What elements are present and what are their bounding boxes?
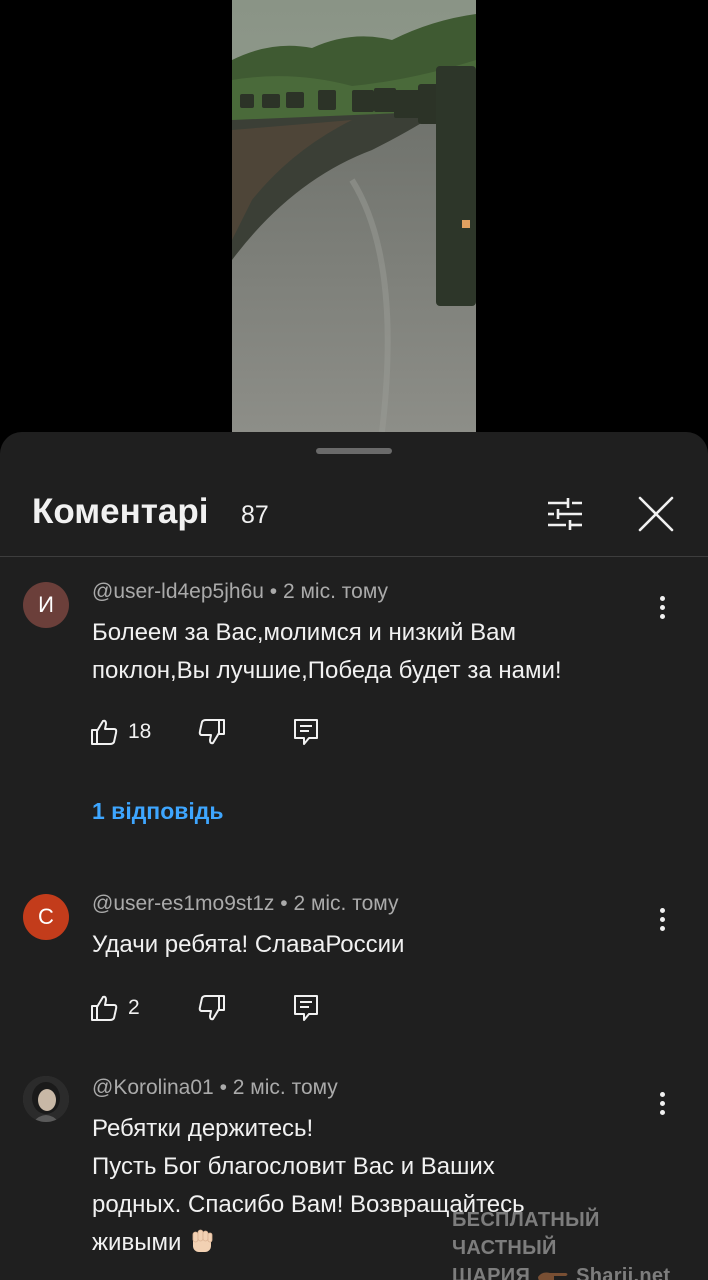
comment-meta: @Korolina01 • 2 міс. тому — [92, 1076, 338, 1100]
comment-time[interactable]: 2 міс. тому — [293, 892, 398, 915]
sliders-icon — [548, 498, 582, 530]
comment-line: Болеем за Вас,молимся и низкий Вам — [92, 619, 516, 646]
comment-author[interactable]: @user-ld4ep5jh6u — [92, 580, 264, 603]
comment-actions: 18 — [88, 712, 348, 752]
comment-item: С @user-es1mo9st1z • 2 міс. тому Удачи р… — [0, 892, 708, 1042]
comments-header: Коментарі 87 — [0, 482, 708, 544]
watermark-line2: ШАРИЯ Sharij.net — [452, 1262, 702, 1280]
comments-sheet: Коментарі 87 И @user-ld4ep5jh6u • 2 міс.… — [0, 432, 708, 1280]
reply-button[interactable] — [290, 988, 322, 1028]
video-player[interactable] — [0, 0, 708, 432]
sort-filter-button[interactable] — [540, 490, 588, 538]
header-divider — [0, 556, 708, 557]
watermark: БЕСПЛАТНЫЙ ЧАСТНЫЙ ШАРИЯ Sharij.net — [452, 1206, 702, 1280]
comment-meta: @user-ld4ep5jh6u • 2 міс. тому — [92, 580, 388, 604]
comment-time[interactable]: 2 міс. тому — [233, 1076, 338, 1099]
more-options-button[interactable] — [648, 902, 676, 936]
comment-line: поклон,Вы лучшие,Победа будет за нами! — [92, 657, 562, 684]
more-options-button[interactable] — [648, 1086, 676, 1120]
like-button[interactable]: 18 — [88, 712, 151, 752]
watermark-line1: БЕСПЛАТНЫЙ ЧАСТНЫЙ — [452, 1209, 600, 1259]
drag-handle[interactable] — [316, 448, 392, 454]
comment-author[interactable]: @Korolina01 — [92, 1076, 214, 1099]
video-thumbnail-image — [232, 0, 476, 432]
reply-button[interactable] — [290, 712, 322, 752]
comment-author[interactable]: @user-es1mo9st1z — [92, 892, 274, 915]
avatar-letter: И — [38, 592, 54, 617]
comment-line: Удачи ребята! СлаваРоссии — [92, 931, 405, 958]
avatar[interactable]: И — [23, 582, 69, 628]
comment-text: Болеем за Вас,молимся и низкий Вам покло… — [92, 614, 652, 690]
comment-meta: @user-es1mo9st1z • 2 міс. тому — [92, 892, 398, 916]
raised-fist-emoji-icon — [192, 1229, 213, 1252]
watermark-word: ШАРИЯ — [452, 1265, 531, 1280]
comment-time[interactable]: 2 міс. тому — [283, 580, 388, 603]
like-button[interactable]: 2 — [88, 988, 140, 1028]
reply-icon — [294, 719, 318, 745]
dislike-button[interactable] — [196, 988, 228, 1028]
thumbs-up-icon — [91, 719, 118, 745]
dislike-button[interactable] — [196, 712, 228, 752]
avatar[interactable]: С — [23, 894, 69, 940]
comments-title: Коментарі — [32, 492, 209, 531]
comment-line: Пусть Бог благословит Вас и Ваших — [92, 1153, 495, 1180]
close-icon — [638, 496, 674, 532]
avatar[interactable] — [23, 1076, 69, 1122]
video-frame[interactable] — [232, 0, 476, 432]
thumbs-down-icon — [198, 995, 225, 1021]
like-count: 18 — [128, 720, 152, 743]
avatar-letter: С — [38, 904, 54, 929]
comment-text: Удачи ребята! СлаваРоссии — [92, 926, 652, 964]
comment-actions: 2 — [88, 988, 348, 1028]
thumbs-down-icon — [198, 719, 225, 745]
like-count: 2 — [128, 996, 140, 1019]
watermark-site: Sharij.net — [576, 1265, 671, 1280]
view-replies-link[interactable]: 1 відповідь — [92, 798, 224, 825]
meta-separator: • — [219, 1076, 227, 1099]
more-options-button[interactable] — [648, 590, 676, 624]
comment-line: Ребятки держитесь! — [92, 1115, 314, 1142]
meta-separator: • — [269, 580, 278, 603]
comments-count: 87 — [241, 501, 269, 529]
meta-separator: • — [280, 892, 288, 915]
comment-item: И @user-ld4ep5jh6u • 2 міс. тому Болеем … — [0, 580, 708, 860]
comment-line-text: живыми — [92, 1229, 182, 1256]
reply-icon — [294, 995, 318, 1021]
close-button[interactable] — [632, 490, 680, 538]
avatar-photo — [23, 1076, 69, 1122]
thumbs-up-icon — [91, 995, 118, 1021]
pointing-hand-icon — [538, 1272, 568, 1280]
